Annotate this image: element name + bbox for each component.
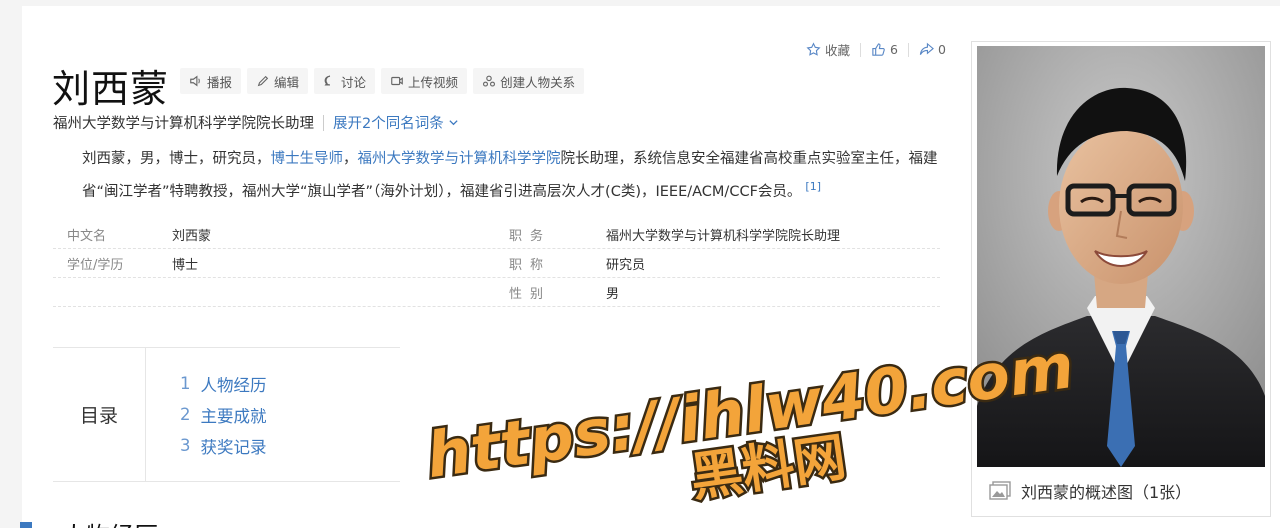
subtitle-divider — [323, 114, 324, 131]
info-value: 福州大学数学与计算机科学学院院长助理 — [606, 228, 841, 244]
portrait-photo[interactable] — [977, 46, 1265, 467]
entry-actions: 播报 编辑 讨论 上传视频 创建人物关系 — [180, 68, 585, 94]
pencil-icon — [257, 75, 269, 87]
entry-summary: 刘西蒙，男，博士，研究员，博士生导师，福州大学数学与计算机科学学院院长助理，系统… — [53, 146, 943, 206]
picture-icon — [989, 481, 1011, 500]
favorite-label: 收藏 — [825, 43, 851, 58]
star-icon — [806, 42, 821, 56]
info-key: 中文名 — [67, 228, 107, 244]
info-key: 职务 — [509, 228, 552, 244]
toc-item[interactable]: 3 获奖记录 — [180, 430, 267, 461]
share-button[interactable]: 0 — [909, 42, 956, 57]
summary-picture-panel[interactable]: 刘西蒙的概述图（1张） — [971, 41, 1271, 517]
expand-synonyms-label: 展开2个同名词条 — [333, 116, 444, 132]
toc-item-number: 3 — [180, 436, 191, 455]
discuss-label: 讨论 — [341, 74, 367, 90]
broadcast-label: 播报 — [207, 74, 233, 90]
toc-item[interactable]: 2 主要成就 — [180, 399, 267, 430]
toc-item-label: 主要成就 — [200, 406, 267, 426]
info-value: 刘西蒙 — [172, 228, 212, 244]
like-count: 6 — [890, 42, 898, 57]
broadcast-button[interactable]: 播报 — [180, 68, 242, 94]
expand-synonyms-link[interactable]: 展开2个同名词条 — [333, 112, 459, 133]
info-row: 中文名 刘西蒙 职务 福州大学数学与计算机科学学院院长助理 — [53, 220, 940, 249]
share-icon — [919, 42, 934, 55]
doctoral-supervisor-link[interactable]: 博士生导师 — [271, 151, 344, 167]
toc-item-label: 人物经历 — [200, 375, 267, 395]
thumb-up-icon — [872, 43, 885, 56]
summary-text: 刘西蒙，男，博士，研究员， — [82, 151, 271, 167]
like-button[interactable]: 6 — [861, 42, 908, 57]
toc-title: 目录 — [53, 348, 146, 481]
basic-info-table: 中文名 刘西蒙 职务 福州大学数学与计算机科学学院院长助理 学位/学历 博士 职… — [53, 220, 940, 307]
video-icon — [391, 76, 403, 86]
share-count: 0 — [937, 42, 946, 57]
info-row: 学位/学历 博士 职称 研究员 — [53, 249, 940, 278]
create-relation-button[interactable]: 创建人物关系 — [473, 68, 585, 94]
toc-item[interactable]: 1 人物经历 — [180, 368, 267, 399]
info-value: 研究员 — [606, 257, 646, 273]
relation-icon — [483, 75, 496, 87]
toc-item-number: 1 — [180, 374, 191, 393]
info-value: 男 — [606, 286, 620, 302]
picture-caption: 刘西蒙的概述图（1张） — [1021, 483, 1192, 502]
college-link[interactable]: 福州大学数学与计算机科学学院 — [358, 151, 561, 167]
reference-link[interactable]: [1] — [805, 180, 821, 193]
upload-video-label: 上传视频 — [408, 74, 459, 90]
favorite-button[interactable]: 收藏 — [806, 40, 860, 59]
entry-subtitle: 福州大学数学与计算机科学学院院长助理 — [53, 116, 314, 132]
edit-label: 编辑 — [274, 74, 300, 90]
chat-icon — [324, 75, 331, 86]
chevron-down-icon — [449, 120, 458, 126]
speaker-icon — [190, 75, 200, 87]
summary-paragraph: 刘西蒙，男，博士，研究员，博士生导师，福州大学数学与计算机科学学院院长助理，系统… — [53, 146, 943, 206]
entry-title: 刘西蒙 — [52, 67, 170, 111]
toc-item-number: 2 — [180, 405, 191, 424]
upload-video-button[interactable]: 上传视频 — [381, 68, 468, 94]
info-key: 职称 — [509, 257, 552, 273]
picture-caption-link[interactable]: 刘西蒙的概述图（1张） — [988, 479, 1191, 503]
toc-list: 1 人物经历 2 主要成就 3 获奖记录 — [180, 368, 267, 461]
section-heading: 人物经历 — [20, 510, 158, 528]
section-marker — [20, 522, 32, 528]
info-row: 性别 男 — [53, 278, 940, 307]
info-value: 博士 — [172, 257, 199, 273]
toc-item-label: 获奖记录 — [200, 437, 267, 457]
summary-text: ， — [343, 151, 358, 167]
section-title: 人物经历 — [62, 516, 158, 528]
entry-toolbar: 收藏 6 0 — [806, 40, 956, 59]
entry-subtitle-row: 福州大学数学与计算机科学学院院长助理 展开2个同名词条 — [53, 112, 459, 133]
edit-button[interactable]: 编辑 — [247, 68, 309, 94]
discuss-button[interactable]: 讨论 — [314, 68, 376, 94]
info-key: 性别 — [509, 286, 552, 302]
info-key: 学位/学历 — [67, 257, 124, 273]
portrait-image — [977, 46, 1265, 467]
create-relation-label: 创建人物关系 — [500, 74, 576, 90]
table-of-contents: 目录 1 人物经历 2 主要成就 3 获奖记录 — [53, 347, 400, 482]
